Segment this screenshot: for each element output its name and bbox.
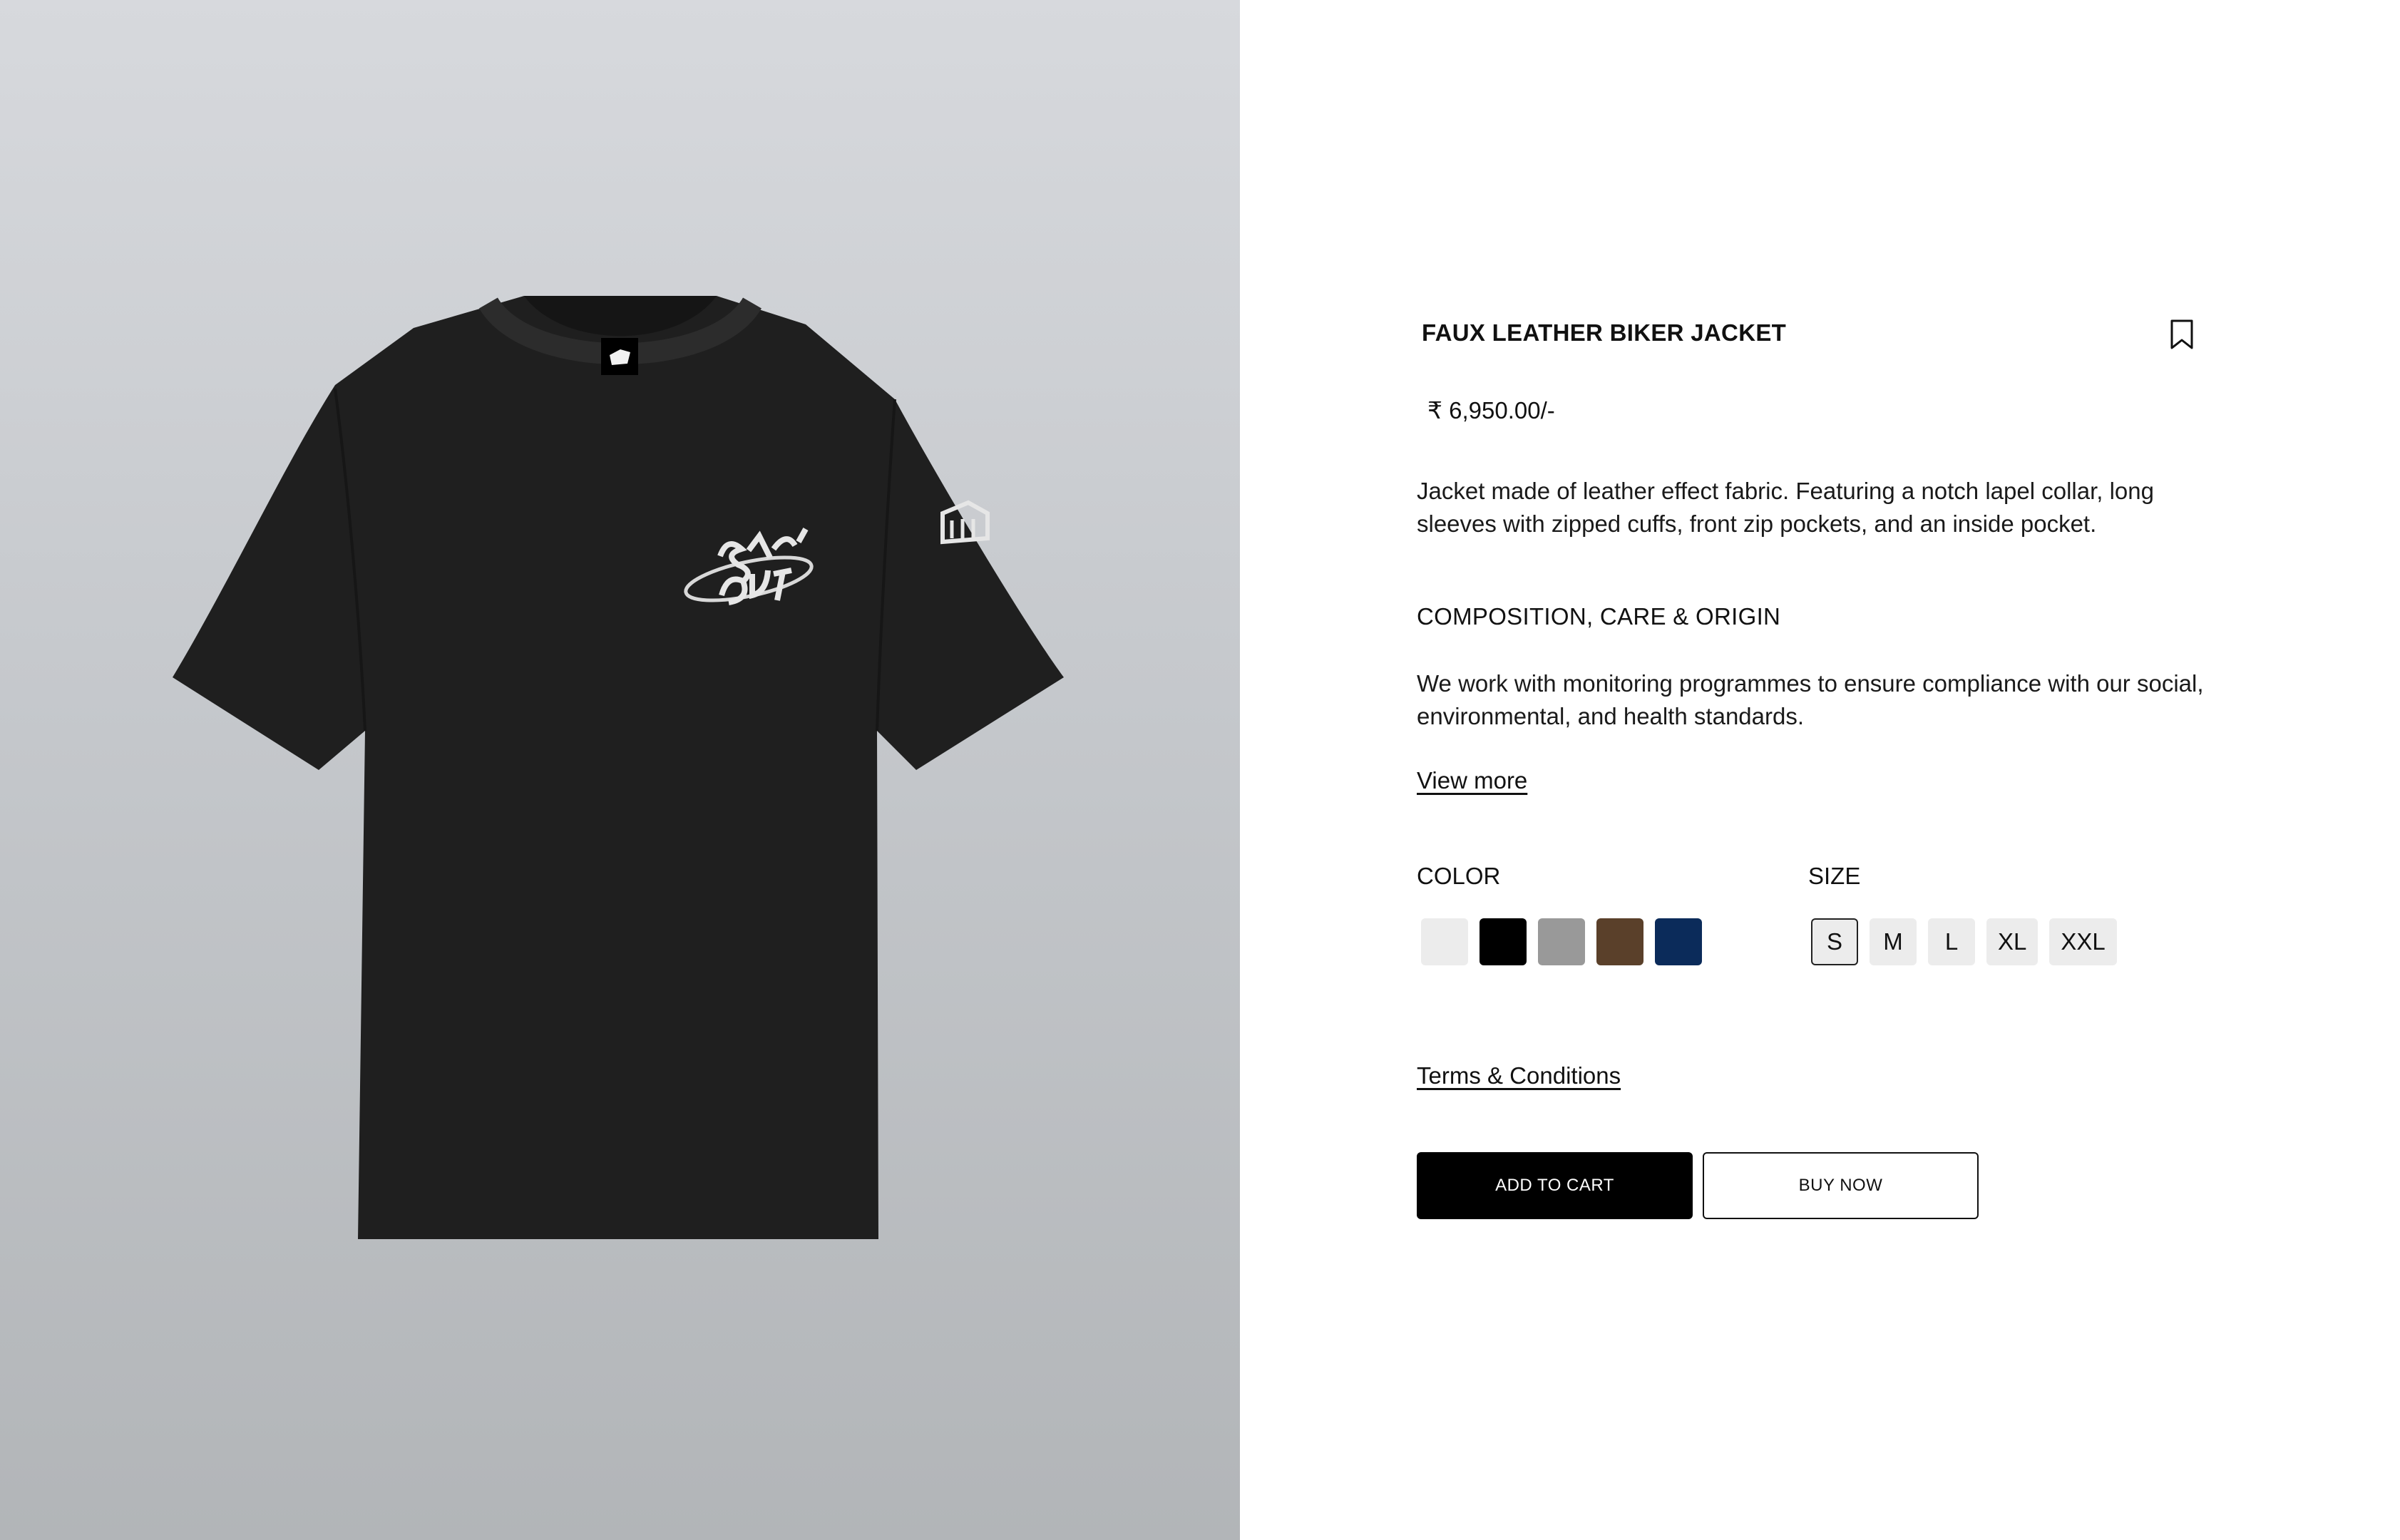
color-swatch-white[interactable] xyxy=(1421,918,1468,965)
size-option-l[interactable]: L xyxy=(1928,918,1975,965)
color-swatches xyxy=(1421,918,1702,965)
bookmark-icon xyxy=(2170,319,2193,349)
color-swatch-black[interactable] xyxy=(1480,918,1527,965)
view-more-link[interactable]: View more xyxy=(1417,767,1527,794)
size-label: SIZE xyxy=(1808,863,1861,889)
size-options: S M L XL XXL xyxy=(1811,918,2117,965)
buy-now-button[interactable]: BUY NOW xyxy=(1703,1152,1979,1219)
product-page: FAUX LEATHER BIKER JACKET ₹ 6,950.00/- J… xyxy=(0,0,2400,1540)
color-swatch-navy[interactable] xyxy=(1655,918,1702,965)
product-price: ₹ 6,950.00/- xyxy=(1427,397,1555,423)
size-option-xl[interactable]: XL xyxy=(1986,918,2039,965)
composition-heading: COMPOSITION, CARE & ORIGIN xyxy=(1417,603,1781,630)
composition-text: We work with monitoring programmes to en… xyxy=(1417,670,2204,729)
product-description: Jacket made of leather effect fabric. Fe… xyxy=(1417,478,2154,537)
color-swatch-brown[interactable] xyxy=(1596,918,1643,965)
color-swatch-grey[interactable] xyxy=(1538,918,1585,965)
tshirt-image xyxy=(173,296,1064,1239)
size-option-s[interactable]: S xyxy=(1811,918,1858,965)
add-to-cart-button[interactable]: ADD TO CART xyxy=(1417,1152,1693,1219)
color-label: COLOR xyxy=(1417,863,1501,889)
bookmark-button[interactable] xyxy=(2165,314,2199,354)
product-title: FAUX LEATHER BIKER JACKET xyxy=(1422,319,1787,346)
size-option-m[interactable]: M xyxy=(1870,918,1917,965)
terms-link[interactable]: Terms & Conditions xyxy=(1417,1062,1621,1089)
product-details-panel: FAUX LEATHER BIKER JACKET ₹ 6,950.00/- J… xyxy=(1240,0,2400,1540)
product-image-panel xyxy=(0,0,1240,1540)
size-option-xxl[interactable]: XXL xyxy=(2049,918,2117,965)
